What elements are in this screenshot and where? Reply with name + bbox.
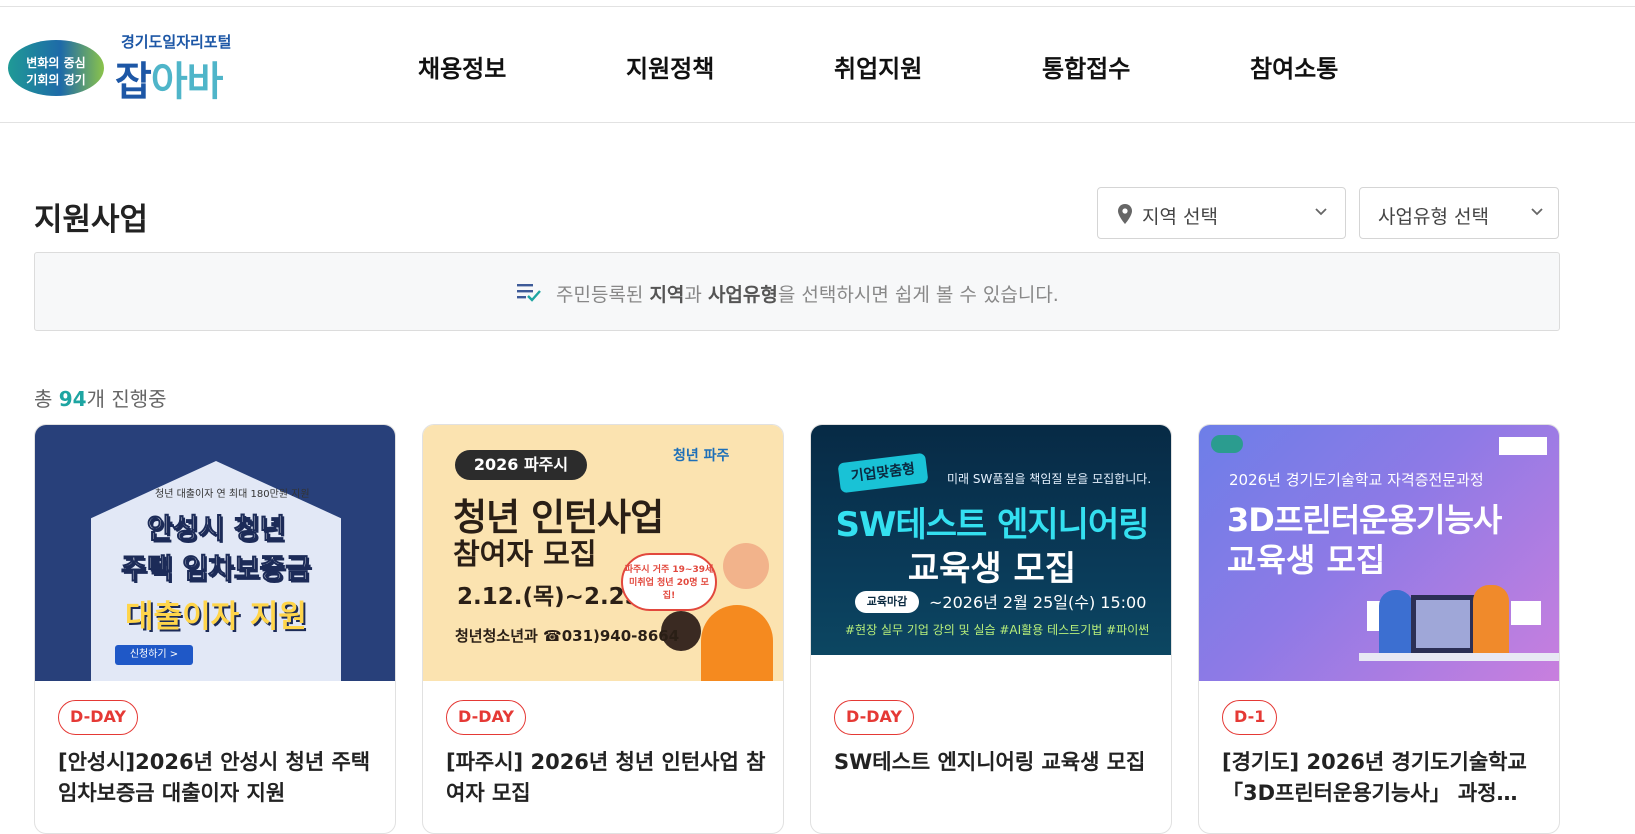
- card-thumbnail[interactable]: 2026 파주시 청년 파주 청년 인턴사업 참여자 모집 2.12.(목)~2…: [423, 425, 783, 681]
- notice-text-mid: 과: [684, 284, 708, 306]
- result-count-suffix: 개 진행중: [86, 387, 167, 411]
- illustration-desk: [1359, 653, 1559, 661]
- sponsor-logo: [1499, 437, 1547, 455]
- result-count: 총 94개 진행중: [34, 383, 167, 412]
- site-logo[interactable]: 변화의 중심 기회의 경기 경기도일자리포털 잡아바: [8, 29, 258, 107]
- program-card-paju[interactable]: 2026 파주시 청년 파주 청년 인턴사업 참여자 모집 2.12.(목)~2…: [422, 424, 784, 834]
- checklist-icon: [517, 284, 541, 302]
- business-type-select[interactable]: 사업유형 선택: [1359, 187, 1559, 239]
- notice-text: 주민등록된 지역과 사업유형을 선택하시면 쉽게 볼 수 있습니다.: [556, 280, 1059, 307]
- d-day-badge: D-DAY: [446, 700, 526, 735]
- illustration-person: [701, 605, 773, 681]
- program-card-3d-printer[interactable]: 2026년 경기도기술학교 자격증전문과정 3D프린터운용기능사 교육생 모집 …: [1198, 424, 1560, 834]
- thumb-line3: 대출이자 지원: [125, 599, 307, 635]
- illustration-person: [723, 543, 769, 589]
- illustration-person: [1473, 585, 1509, 655]
- thumb-subtitle: 미래 SW품질을 책임질 분을 모집합니다.: [947, 472, 1152, 486]
- chevron-down-icon: [1315, 208, 1327, 216]
- logo-brand-part1: 잡: [115, 59, 152, 105]
- logo-slogan-line1: 변화의 중심: [26, 56, 86, 70]
- thumb-brand: 청년 파주: [673, 448, 730, 464]
- illustration-person: [1379, 590, 1413, 654]
- logo-brand: 잡아바: [115, 49, 224, 107]
- notice-bold-type: 사업유형: [707, 284, 778, 306]
- region-select[interactable]: 지역 선택: [1097, 187, 1346, 239]
- filter-notice: 주민등록된 지역과 사업유형을 선택하시면 쉽게 볼 수 있습니다.: [34, 252, 1560, 331]
- thumb-deadline-pill: 교육마감: [855, 591, 919, 613]
- site-header: 변화의 중심 기회의 경기 경기도일자리포털 잡아바 채용정보 지원정책 취업지…: [0, 7, 1635, 123]
- notice-text-post: 을 선택하시면 쉽게 볼 수 있습니다.: [777, 284, 1059, 306]
- thumb-line2: 주택 임차보증금: [120, 552, 312, 586]
- thumb-subtitle: 2026년 경기도기술학교 자격증전문과정: [1229, 471, 1484, 489]
- region-select-label: 지역 선택: [1142, 206, 1218, 228]
- card-thumbnail[interactable]: 청년 대출이자 연 최대 180만원 지원 안성시 청년 주택 임차보증금 대출…: [35, 425, 395, 681]
- page-title: 지원사업: [34, 202, 149, 238]
- chevron-down-icon: [1531, 208, 1543, 216]
- thumb-contact: 청년청소년과 ☎031)940-8664: [455, 627, 680, 645]
- nav-item-employment-support[interactable]: 취업지원: [834, 49, 922, 84]
- thumb-speech-bubble: 파주시 거주 19~39세 미취업 청년 20명 모집!: [621, 553, 717, 611]
- thumb-hashtags: #현장 실무 기업 강의 및 실습 #AI활용 테스트기법 #파이썬: [845, 623, 1150, 637]
- d-day-badge: D-DAY: [834, 700, 914, 735]
- nav-item-integrated-application[interactable]: 통합접수: [1042, 49, 1130, 84]
- nav-item-policy[interactable]: 지원정책: [626, 49, 714, 84]
- thumb-line1: SW테스트 엔지니어링: [835, 505, 1149, 545]
- card-thumbnail[interactable]: 2026년 경기도기술학교 자격증전문과정 3D프린터운용기능사 교육생 모집: [1199, 425, 1559, 681]
- thumb-line2: 교육생 모집: [1227, 541, 1386, 579]
- nav-item-jobs[interactable]: 채용정보: [418, 49, 506, 84]
- program-card-anseong[interactable]: 청년 대출이자 연 최대 180만원 지원 안성시 청년 주택 임차보증금 대출…: [34, 424, 396, 834]
- d-day-badge: D-DAY: [58, 700, 138, 735]
- program-card-sw-test[interactable]: 기업맞춤형 미래 SW품질을 책임질 분을 모집합니다. SW테스트 엔지니어링…: [810, 424, 1172, 834]
- thumb-line1: 안성시 청년: [146, 512, 286, 546]
- d-1-badge: D-1: [1222, 700, 1278, 735]
- card-title[interactable]: [안성시]2026년 안성시 청년 주택 임차보증금 대출이자 지원: [58, 747, 380, 809]
- thumb-line2: 참여자 모집: [453, 537, 597, 571]
- card-title[interactable]: SW테스트 엔지니어링 교육생 모집: [834, 747, 1156, 778]
- card-title[interactable]: [파주시] 2026년 청년 인턴사업 참여자 모집: [446, 747, 768, 809]
- thumb-small-text: 청년 대출이자 연 최대 180만원 지원: [155, 489, 310, 500]
- thumb-deadline: ~2026년 2월 25일(수) 15:00: [929, 593, 1147, 612]
- thumb-year-pill: 2026 파주시: [455, 450, 587, 480]
- illustration-chart: [1511, 601, 1541, 625]
- card-thumbnail[interactable]: 기업맞춤형 미래 SW품질을 책임질 분을 모집합니다. SW테스트 엔지니어링…: [811, 425, 1171, 681]
- result-count-number: 94: [58, 387, 87, 411]
- thumb-tag: 기업맞춤형: [837, 452, 929, 494]
- thumb-sponsor-strip: [811, 655, 1171, 681]
- thumb-apply-button: 신청하기 >: [115, 645, 193, 665]
- thumb-line2: 교육생 모집: [907, 549, 1077, 589]
- logo-brand-part2: 아바: [150, 59, 224, 105]
- result-count-prefix: 총: [34, 387, 59, 411]
- business-type-select-label: 사업유형 선택: [1378, 206, 1489, 228]
- notice-text-pre: 주민등록된: [556, 284, 650, 306]
- logo-slogan-line2: 기회의 경기: [26, 73, 86, 87]
- map-pin-icon: [1118, 204, 1132, 224]
- card-title[interactable]: [경기도] 2026년 경기도기술학교 「3D프린터운용기능사」 과정…: [1222, 747, 1544, 809]
- illustration-3d-printer: [1411, 595, 1475, 653]
- sponsor-logo: [1211, 435, 1243, 453]
- logo-badge: 변화의 중심 기회의 경기: [8, 40, 104, 96]
- nav-item-community[interactable]: 참여소통: [1250, 49, 1338, 84]
- notice-bold-region: 지역: [649, 284, 685, 306]
